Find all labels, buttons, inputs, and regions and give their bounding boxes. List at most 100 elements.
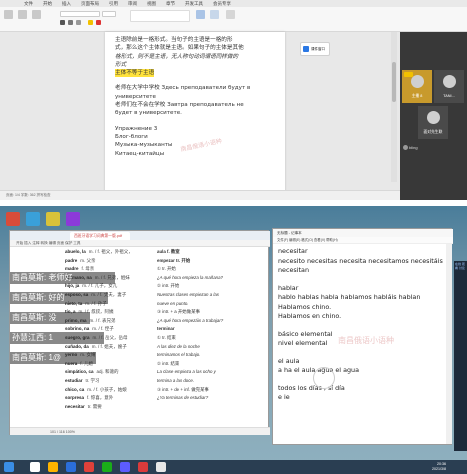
ribbon-tab[interactable]: 引用 [109,0,118,7]
desktop-app-icon[interactable] [46,212,60,226]
cut-icon[interactable] [18,10,27,19]
entry-definition: f. 惊喜，意外 [87,395,114,401]
ribbon-toolbar [0,7,467,32]
dictionary-line: ¿Ya terminas de estudiar? [157,395,209,401]
avatar [427,111,440,124]
entry-word: simpático, ca [65,369,94,375]
document-line: 式，那么这个主体就是主语。如果句子的主体是其他 [115,45,244,52]
copy-icon[interactable] [32,10,41,19]
paste-icon[interactable] [4,10,13,19]
ribbon-tab[interactable]: 开始 [43,0,52,7]
live-stream-panel: 在线 观看 讨论 [454,261,467,451]
chat-app-icon[interactable] [102,462,112,472]
dictionary-entry: sorpresa f. 惊喜，意外 [65,394,153,403]
ribbon-tab[interactable]: 会员专享 [213,0,231,7]
notepad-app-icon[interactable] [156,462,166,472]
dictionary-line: empezar tr. 开始 [157,257,191,263]
ribbon-tab[interactable]: 章节 [166,0,175,7]
ribbon-tab[interactable]: 审阅 [128,0,137,7]
font-color-icon[interactable] [96,20,101,25]
style-gallery[interactable] [130,10,190,22]
document-line: 老师们在不会在学校 Завтра преподаватель не [115,102,244,109]
app-icon[interactable] [84,462,94,472]
scrollbar-thumb[interactable] [392,62,396,102]
pdf-toolbar[interactable]: 开始 插入 注释 转换 编辑 页面 保护 工具 [10,240,270,247]
ribbon-tab[interactable]: 开发工具 [185,0,203,7]
ribbon-tab[interactable]: 插入 [62,0,71,7]
dictionary-line: terminamos el trabajo. [157,352,201,358]
ribbon-tab[interactable]: 页面布局 [81,0,99,7]
underline-icon[interactable] [76,20,81,25]
ribbon-tab[interactable]: 文件 [24,0,33,7]
dictionary-entry: estudiar tr. 学习 [65,377,153,386]
document-tab[interactable]: 西班牙语学习词典第一版.pdf [70,232,130,240]
pdf-app-icon[interactable] [138,462,148,472]
dictionary-line: termina a las doce. [157,377,195,383]
watermark-logo [313,367,335,389]
dictionary-entry: necesitar tr. 需要 [65,403,153,412]
participant-tile[interactable]: 主播 8 [402,70,432,103]
desktop-app-icon[interactable] [6,212,20,226]
entry-definition: m. / f. 小孩子，姑娘 [87,386,127,392]
window-titlebar: 无标题 - 记事本 [273,229,453,237]
note-line: a ha el aula agua el agua [278,366,360,374]
chat-bubble: 孙慧江西: 1 [10,332,104,344]
live-stream-text: 在线 观看 讨论 [455,262,465,270]
browser-icon[interactable] [66,462,76,472]
dictionary-line: ① tr. 结束 [157,334,176,340]
menu-bar[interactable]: 文件(F) 编辑(E) 格式(O) 查看(V) 帮助(H) [273,237,453,244]
italic-icon[interactable] [68,20,73,25]
status-bar: 页面: 1/4 字数: 362 拼写检查 [0,190,400,200]
chat-bubble: 南昌莫斯: 老师好 [10,272,115,284]
participant-name: 面对先生联 [423,130,443,134]
entry-word: necesitar [65,403,85,409]
pdf-status-bar: 101 / 116 100% [10,427,270,435]
document-line: Китаец-китайцы [115,150,165,157]
entry-word: abuelo, la [65,249,86,254]
chat-bubble: 南昌莫斯: 没 [10,312,90,324]
ribbon-tab[interactable]: 视图 [147,0,156,7]
paragraph-icon[interactable] [196,10,205,19]
search-icon[interactable] [30,462,40,472]
folder-icon[interactable] [48,462,58,472]
note-line: todos los días , sí día [278,383,345,392]
dictionary-column-right: aula f. 教室 empezar tr. 开始 ① tr. 开始 ¿A qué h… [157,248,241,403]
desktop-app-icon[interactable] [26,212,40,226]
window-titlebar: 西班牙语学习词典第一版.pdf [10,231,270,240]
bold-icon[interactable] [60,20,65,25]
dictionary-line: Nuestras clases empiezan a las [157,291,219,297]
entry-definition: m. / f. 祖父，外祖父， [88,249,133,254]
document-scrollbar[interactable] [391,32,397,182]
desktop-app-icon[interactable] [66,212,80,226]
courseware-window-button[interactable]: 课件窗口 [300,42,330,56]
entry-word: chico, ca [65,386,85,392]
font-family-select[interactable] [60,11,100,17]
clock-date: 2021/3/8 [432,467,446,471]
participant-tile[interactable]: TANI... [434,70,464,103]
find-replace-icon[interactable] [210,10,219,19]
dictionary-line: ¿A qué hora empezáis a trabajar? [157,317,224,323]
entry-definition: tr. 学习 [85,377,100,383]
notepad-scrollbar[interactable] [446,244,452,444]
start-icon[interactable] [4,462,14,472]
entry-definition: tr. 需要 [87,403,102,409]
font-size-select[interactable] [102,11,116,17]
highlight-icon[interactable] [88,20,93,25]
document-page[interactable]: 主语除前是一格形式。当句子的主语是一格的形 式，那么这个主体就是主语。如果句子的主… [105,32,285,198]
desktop-screen: 西班牙语学习词典第一版.pdf 开始 插入 注释 转换 编辑 页面 保护 工具 … [0,206,467,474]
note-line: necesito necesitas necesita necesitamos … [278,256,443,265]
note-line: Hablamos chino. [278,302,332,311]
dictionary-entry: simpático, ca adj. 和蔼的 [65,368,153,377]
document-workspace: 主语除前是一格形式。当句子的主语是一格的形 式，那么这个主体就是主语。如果句子的主… [0,32,400,200]
system-clock[interactable]: 20:36 2021/3/8 [432,462,446,472]
select-icon[interactable] [226,10,235,19]
dictionary-line: ② intr. 开始 [157,283,180,289]
participant-tile[interactable]: 面对先生联 [418,106,448,139]
app-icon[interactable] [120,462,130,472]
note-line: e ie [278,393,290,401]
dictionary-entry: chico, ca m. / f. 小孩子，姑娘 [65,386,153,395]
